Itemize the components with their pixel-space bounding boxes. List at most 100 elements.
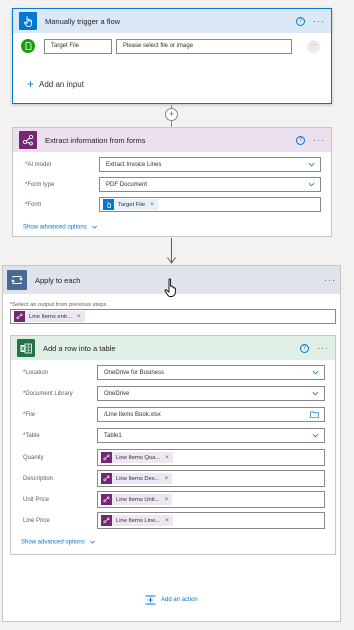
help-icon[interactable]: ? [300, 343, 309, 353]
more-options-icon[interactable]: ··· [324, 276, 336, 285]
more-options-icon[interactable]: ··· [313, 17, 325, 26]
dynamic-content-token[interactable]: Line Items entr... × [14, 311, 85, 322]
chevron-down-icon [90, 540, 96, 544]
unit-price-field[interactable]: Line Items Unit... × [97, 491, 325, 508]
hand-cursor-icon [164, 278, 176, 297]
apply-to-each-card[interactable]: Apply to each ··· *Select an output from… [2, 265, 341, 622]
document-library-value: OneDrive [104, 390, 130, 397]
extract-card[interactable]: Extract information from forms ? ··· *AI… [12, 127, 332, 237]
form-field[interactable]: Target File × [99, 197, 321, 212]
document-library-dropdown[interactable]: OneDrive [97, 386, 325, 401]
quantity-label: Quanity [23, 454, 44, 461]
trigger-card[interactable]: Manually trigger a flow ? ··· Target Fil… [12, 8, 332, 104]
file-picker-field[interactable]: /Line Items Book.xlsx [97, 407, 325, 422]
dynamic-content-token[interactable]: Target File × [103, 199, 158, 210]
chevron-down-icon [308, 162, 315, 167]
close-icon[interactable]: × [165, 475, 169, 482]
select-output-field[interactable]: Line Items entr... × [10, 309, 336, 324]
extract-title: Extract information from forms [45, 135, 146, 145]
arrow-down-icon [167, 257, 176, 264]
extract-header[interactable]: Extract information from forms ? ··· [13, 128, 331, 152]
chevron-down-icon [312, 433, 319, 438]
loop-icon [7, 270, 27, 290]
select-output-label: *Select an output from previous steps [10, 302, 107, 308]
add-action-icon [145, 595, 156, 605]
line-price-label: Line Price [23, 517, 50, 524]
close-icon[interactable]: × [165, 517, 169, 524]
help-icon[interactable]: ? [296, 16, 305, 26]
ai-builder-icon [101, 473, 112, 484]
token-label: Target File [118, 201, 146, 208]
ai-builder-icon [101, 515, 112, 526]
file-icon [21, 39, 35, 53]
table-label: *Table [23, 432, 40, 439]
input-more-options-icon[interactable]: ··· [307, 40, 320, 53]
trigger-title: Manually trigger a flow [45, 16, 121, 26]
insert-step-button[interactable]: + [165, 108, 178, 121]
location-label: *Location [23, 369, 49, 376]
ai-builder-icon [19, 131, 37, 149]
location-dropdown[interactable]: OneDrive for Business [97, 365, 325, 380]
form-row: *Form Target File × [25, 197, 321, 212]
file-value: /Line Items Book.xlsx [104, 411, 161, 418]
document-library-row: *Document Library OneDrive [23, 386, 325, 401]
file-label: *File [23, 411, 36, 418]
unit-price-row: Unit Price Line Items Unit... × [23, 491, 325, 508]
form-type-row: *Form type PDF Document [25, 177, 321, 192]
table-value: Table1 [104, 432, 122, 439]
description-field[interactable]: Line Items Des... × [97, 470, 325, 487]
file-row: *File /Line Items Book.xlsx [23, 407, 325, 422]
form-type-value: PDF Document [106, 181, 148, 188]
more-options-icon[interactable]: ··· [317, 344, 329, 353]
more-options-icon[interactable]: ··· [313, 136, 325, 145]
add-row-card[interactable]: Add a row into a table ? ··· *Location O… [10, 335, 336, 555]
add-row-title: Add a row into a table [43, 343, 116, 353]
ai-model-label: *AI model [25, 161, 52, 168]
add-action-label: Add an action [161, 597, 198, 603]
form-type-dropdown[interactable]: PDF Document [99, 177, 321, 192]
quantity-field[interactable]: Line Items Qua... × [97, 449, 325, 466]
close-icon[interactable]: × [150, 201, 154, 208]
line-price-row: Line Price Line Items Line... × [23, 512, 325, 529]
table-dropdown[interactable]: Table1 [97, 428, 325, 443]
chevron-down-icon [312, 370, 319, 375]
location-row: *Location OneDrive for Business [23, 365, 325, 380]
quantity-row: Quanity Line Items Qua... × [23, 449, 325, 466]
chevron-down-icon [308, 182, 315, 187]
table-row: *Table Table1 [23, 428, 325, 443]
ai-model-row: *AI model Extract Invoice Lines [25, 157, 321, 172]
add-input-button[interactable]: + Add an input [27, 77, 84, 91]
close-icon[interactable]: × [165, 496, 169, 503]
close-icon[interactable]: × [165, 454, 169, 461]
document-library-label: *Document Library [23, 390, 73, 397]
description-row: Description Line Items Des... × [23, 470, 325, 487]
form-label: *Form [25, 201, 42, 208]
description-label: Description [23, 475, 54, 482]
plus-icon: + [27, 77, 35, 91]
trigger-header[interactable]: Manually trigger a flow ? ··· [13, 9, 331, 33]
file-input-description-field[interactable]: Please select file or image [116, 39, 292, 54]
show-advanced-options-link[interactable]: Show advanced options [23, 224, 98, 231]
show-advanced-options-link[interactable]: Show advanced options [21, 539, 96, 546]
dynamic-content-token[interactable]: Line Items Des... × [101, 473, 173, 484]
ai-model-dropdown[interactable]: Extract Invoice Lines [99, 157, 321, 172]
folder-icon[interactable] [310, 411, 319, 418]
hand-touch-icon [103, 199, 114, 210]
form-type-label: *Form type [25, 181, 55, 188]
ai-builder-icon [14, 311, 25, 322]
chevron-down-icon [92, 225, 98, 229]
ai-builder-icon [101, 494, 112, 505]
token-label: Line Items Unit... [116, 496, 160, 503]
file-input-name-field[interactable]: Target File [44, 39, 112, 54]
excel-icon [17, 339, 35, 357]
add-row-header[interactable]: Add a row into a table ? ··· [11, 336, 335, 360]
line-price-field[interactable]: Line Items Line... × [97, 512, 325, 529]
close-icon[interactable]: × [77, 313, 81, 320]
add-action-button[interactable]: Add an action [145, 595, 198, 605]
dynamic-content-token[interactable]: Line Items Unit... × [101, 494, 173, 505]
help-icon[interactable]: ? [296, 135, 305, 145]
dynamic-content-token[interactable]: Line Items Qua... × [101, 452, 173, 463]
unit-price-label: Unit Price [23, 496, 50, 503]
chevron-down-icon [312, 391, 319, 396]
dynamic-content-token[interactable]: Line Items Line... × [101, 515, 173, 526]
